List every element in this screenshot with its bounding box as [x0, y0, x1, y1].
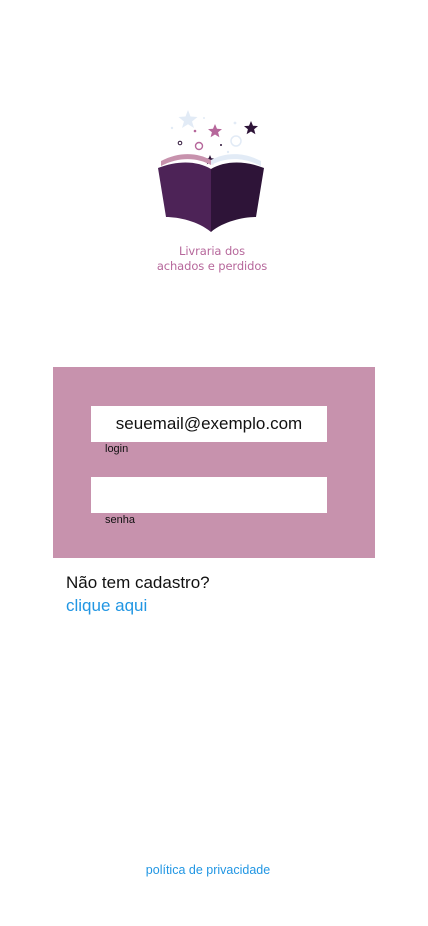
email-field[interactable]	[91, 406, 327, 442]
app-logo: Livraria dos achados e perdidos	[148, 104, 280, 280]
password-label: senha	[105, 514, 135, 526]
star-dark-icon	[244, 121, 258, 135]
privacy-policy-link[interactable]: política de privacidade	[0, 863, 416, 877]
password-field[interactable]	[91, 477, 327, 513]
login-label: login	[105, 443, 129, 455]
logo-title-line1: Livraria dos	[179, 244, 245, 258]
logo-title-line2: achados e perdidos	[156, 259, 268, 273]
book-cover-icon	[158, 162, 264, 232]
open-book-with-stars-icon	[158, 110, 264, 232]
sparkle-dots-icon	[170, 117, 242, 154]
star-pink-icon	[208, 124, 222, 138]
signup-question: Não tem cadastro?	[66, 573, 210, 592]
star-large-light-icon	[178, 110, 198, 128]
login-panel: login senha	[53, 367, 375, 558]
signup-link[interactable]: clique aqui	[66, 596, 147, 616]
